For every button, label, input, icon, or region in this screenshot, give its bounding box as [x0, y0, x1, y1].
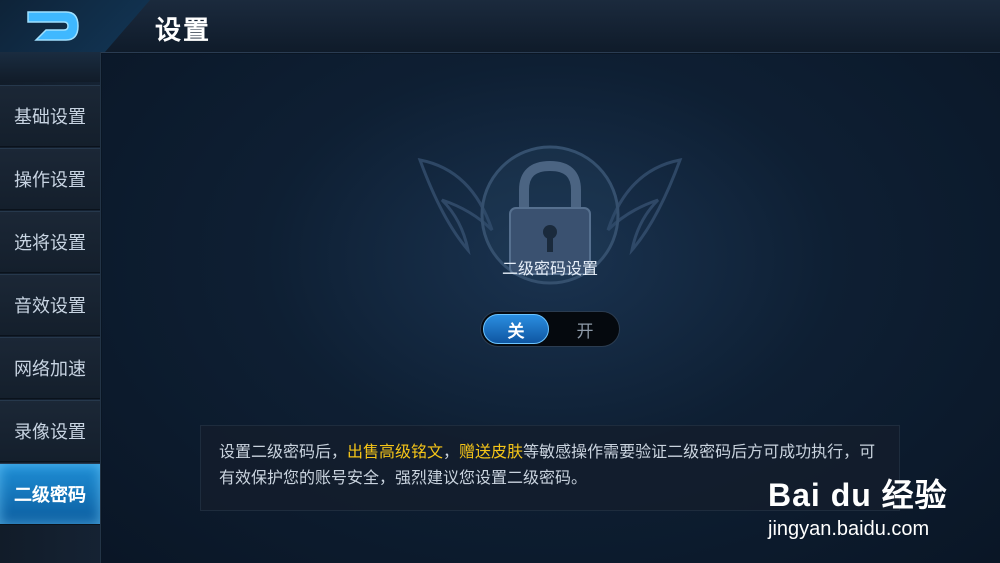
- sidebar-item-replay[interactable]: 录像设置: [0, 400, 100, 462]
- sidebar-item-hero-select[interactable]: 选将设置: [0, 211, 100, 273]
- password-toggle[interactable]: 关 开: [480, 311, 620, 347]
- page-title: 设置: [155, 15, 212, 45]
- toggle-off-option[interactable]: 关: [483, 314, 549, 344]
- info-separator: ，: [443, 444, 460, 461]
- info-text-part1: 设置二级密码后，: [219, 444, 348, 461]
- sidebar-item-network[interactable]: 网络加速: [0, 337, 100, 399]
- info-highlight-skin: 赠送皮肤: [459, 444, 524, 461]
- sidebar-item-basic[interactable]: 基础设置: [0, 85, 100, 147]
- setting-label: 二级密码设置: [501, 261, 598, 278]
- sidebar-item-controls[interactable]: 操作设置: [0, 148, 100, 210]
- top-bar: [0, 0, 1000, 53]
- watermark-logo: Bai du 经验: [768, 477, 948, 513]
- info-highlight-inscription: 出售高级铭文: [347, 444, 444, 461]
- sidebar-item-secondary-password[interactable]: 二级密码: [0, 463, 100, 525]
- sidebar-item-audio[interactable]: 音效设置: [0, 274, 100, 336]
- sidebar-decoration: [0, 52, 100, 82]
- baidu-watermark: Bai du 经验 jingyan.baidu.com: [768, 470, 968, 550]
- toggle-on-option[interactable]: 开: [553, 314, 617, 344]
- watermark-url: jingyan.baidu.com: [768, 518, 930, 540]
- back-arrow-icon: [27, 11, 79, 41]
